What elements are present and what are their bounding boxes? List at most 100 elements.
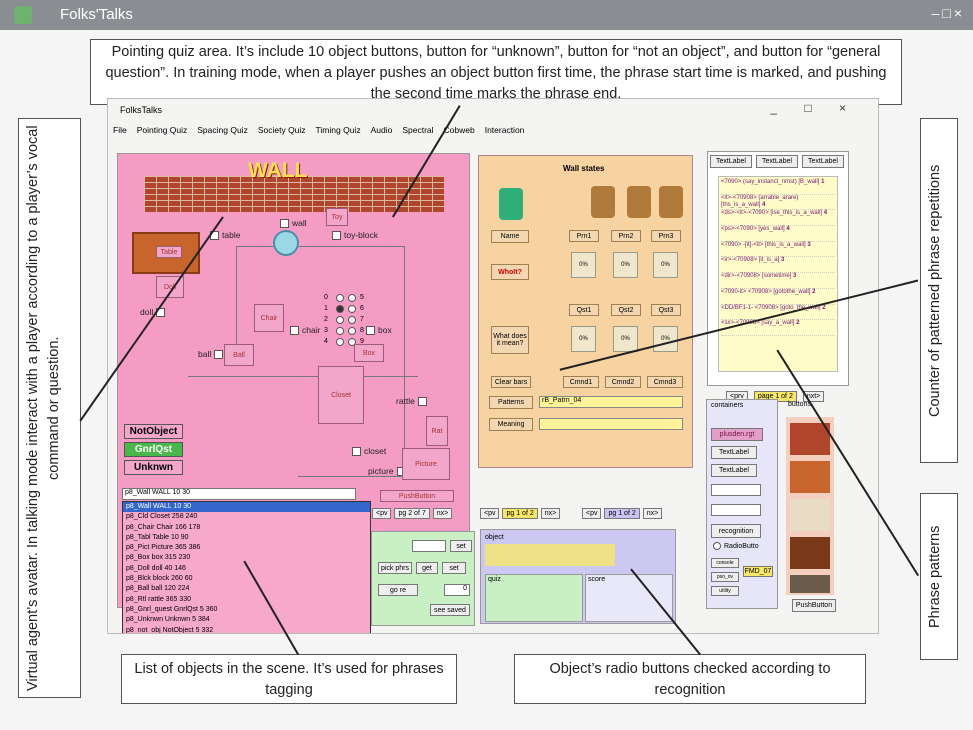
phrase-item[interactable]: <dir>-<70908> [sometime] 3 <box>721 273 835 289</box>
recognition-button[interactable]: recognition <box>711 524 761 538</box>
menu-spectral[interactable]: Spectral <box>402 125 433 135</box>
chair-checkbox[interactable]: chair <box>290 325 320 335</box>
pick-phrase-button[interactable]: pick phrs <box>378 562 412 574</box>
cmnd1-button[interactable]: Cmnd1 <box>563 376 599 388</box>
dropdown-item[interactable]: p8_not_obj NotObject 5 332 <box>123 626 370 633</box>
window-controls[interactable]: –□× <box>932 5 965 21</box>
agent-avatar[interactable] <box>273 230 299 256</box>
unknown-button[interactable]: Unknwn <box>124 460 183 475</box>
phrase-item[interactable]: <7090> -[it]-<it> [this_is_a_wall] 3 <box>721 242 835 258</box>
container-dropdown[interactable] <box>711 504 761 516</box>
picture-checkbox[interactable]: picture <box>368 466 406 476</box>
cmnd3-button[interactable]: Cmnd3 <box>647 376 683 388</box>
phrase-list[interactable]: <7090> (say_instanct_nmst) [B_wall] 1 <i… <box>718 176 838 372</box>
general-question-button[interactable]: GnrlQst <box>124 442 183 457</box>
container-item[interactable]: TextLabel <box>711 446 757 459</box>
wall-state-cylinder[interactable] <box>591 186 615 218</box>
menu-file[interactable]: File <box>113 125 127 135</box>
prn3-button[interactable]: Prn3 <box>651 230 681 242</box>
radio-button[interactable]: RadioButto <box>713 542 759 550</box>
picture-thumbnail[interactable] <box>790 575 830 593</box>
fmd-button[interactable]: FMD_07 <box>743 566 773 577</box>
dropdown-item[interactable]: p8_Pict Picture 365 386 <box>123 543 370 553</box>
dropdown-item[interactable]: p8_Rtl rattle 365 330 <box>123 595 370 605</box>
menu-interaction[interactable]: Interaction <box>485 125 525 135</box>
object-radio-row[interactable] <box>485 544 615 566</box>
ball-button[interactable]: Ball <box>224 344 254 366</box>
meaning-select[interactable] <box>539 418 683 430</box>
phrase-item[interactable]: <7090> (say_instanct_nmst) [B_wall] 1 <box>721 179 835 195</box>
clear-bars-button[interactable]: Clear bars <box>491 376 531 388</box>
menu-spacing-quiz[interactable]: Spacing Quiz <box>197 125 248 135</box>
not-object-button[interactable]: NotObject <box>124 424 183 439</box>
table-checkbox[interactable]: table <box>210 230 240 240</box>
rattle-checkbox[interactable]: rattle <box>396 396 427 406</box>
closet-button[interactable]: Closet <box>318 366 364 424</box>
rattle-button[interactable]: Rat <box>426 416 448 446</box>
chair-thumbnail[interactable] <box>790 499 830 531</box>
wall-state-cylinder[interactable] <box>627 186 651 218</box>
console-button[interactable]: console <box>711 558 739 568</box>
what-does-it-mean-button[interactable]: What does it mean? <box>491 326 529 354</box>
dropdown-item[interactable]: p8_Wall WALL 10 30 <box>123 502 370 513</box>
cmnd2-button[interactable]: Cmnd2 <box>605 376 641 388</box>
menu-audio[interactable]: Audio <box>371 125 393 135</box>
menu-pointing-quiz[interactable]: Pointing Quiz <box>137 125 188 135</box>
toy-block-checkbox[interactable]: toy-block <box>332 230 378 240</box>
dropdown-item[interactable]: p8_Blck block 260 60 <box>123 574 370 584</box>
push-button-2[interactable]: PushButton <box>792 599 836 612</box>
qst1-button[interactable]: Qst1 <box>569 304 599 316</box>
container-item[interactable]: plusden.rgt <box>711 428 763 441</box>
see-saved-button[interactable]: see saved <box>430 604 470 616</box>
prn1-button[interactable]: Prn1 <box>569 230 599 242</box>
phrase-item[interactable]: <ds>-<it>-<7090> [ise_this_is_a_wall] 4 <box>721 210 835 227</box>
wall-checkbox[interactable]: wall <box>280 218 307 228</box>
name-button[interactable]: Name <box>491 230 529 243</box>
phrase-item[interactable]: <DD/BF1-1- <70908> [goto_the_wall] 2 <box>721 305 835 321</box>
wall-state-cylinder[interactable] <box>499 188 523 220</box>
utility-button[interactable]: utility <box>711 586 739 596</box>
wall-state-cylinder[interactable] <box>659 186 683 218</box>
phrase-item[interactable]: <7090-it> <70908> [gotothe_wall] 2 <box>721 289 835 305</box>
box-checkbox[interactable]: box <box>366 325 392 335</box>
pager-b-prev[interactable]: <pv <box>480 508 500 519</box>
pager-a-next[interactable]: nx> <box>432 508 453 519</box>
qst3-button[interactable]: Qst3 <box>651 304 681 316</box>
container-dropdown[interactable] <box>711 484 761 496</box>
dropdown-item[interactable]: p8_Box box 315 230 <box>123 553 370 563</box>
go-button[interactable]: go re <box>378 584 418 596</box>
table-thumbnail[interactable] <box>790 461 830 493</box>
dropdown-item[interactable]: p8_Chair Chair 166 178 <box>123 523 370 533</box>
phrase-item[interactable]: <it>-<70908> (arrable_arare) [ths_is_a_w… <box>721 195 835 211</box>
dropdown-item[interactable]: p8_Gnrl_quest GnrlQst 5 360 <box>123 605 370 615</box>
dropdown-item[interactable]: p8_Cld Closet 258 240 <box>123 512 370 522</box>
menu-society-quiz[interactable]: Society Quiz <box>258 125 306 135</box>
dropdown-item[interactable]: p8_Ball ball 120 224 <box>123 584 370 594</box>
closet-thumbnail[interactable] <box>790 537 830 569</box>
prn2-button[interactable]: Prn2 <box>611 230 641 242</box>
toy-button[interactable]: Toy <box>326 208 348 226</box>
set-button-2[interactable]: set <box>442 562 466 574</box>
phrase-item[interactable]: <sx>-<70908> [say_a_wall] 2 <box>721 320 835 336</box>
get-button[interactable]: get <box>416 562 438 574</box>
phrase-item[interactable]: <ir>-<70908> [it_is_a] 3 <box>721 257 835 274</box>
pager-c-next[interactable]: nx> <box>642 508 663 519</box>
chair-button[interactable]: Chair <box>254 304 284 332</box>
container-item[interactable]: TextLabel <box>711 464 757 477</box>
qst2-button[interactable]: Qst2 <box>611 304 641 316</box>
patterns-select[interactable]: rB_Patrn_04 <box>539 396 683 408</box>
pso-button[interactable]: pso_ov <box>711 572 739 582</box>
pager-a-prev[interactable]: <pv <box>372 508 392 519</box>
ball-checkbox[interactable]: ball <box>198 349 224 359</box>
table-button[interactable]: Table <box>156 246 182 258</box>
set-button[interactable]: set <box>450 540 472 552</box>
pager-c-prev[interactable]: <pv <box>582 508 602 519</box>
closet-checkbox[interactable]: closet <box>352 446 386 456</box>
menu-timing-quiz[interactable]: Timing Quiz <box>316 125 361 135</box>
dropdown-item[interactable]: p8_Tabl Table 10 90 <box>123 533 370 543</box>
tag-dropdown[interactable] <box>412 540 446 552</box>
whosit-button[interactable]: WhoIt? <box>491 264 529 280</box>
pager-b-next[interactable]: nx> <box>540 508 561 519</box>
dropdown-item[interactable]: p8_Unknwn Unknwn 5 384 <box>123 615 370 625</box>
picture-button[interactable]: Picture <box>402 448 450 480</box>
